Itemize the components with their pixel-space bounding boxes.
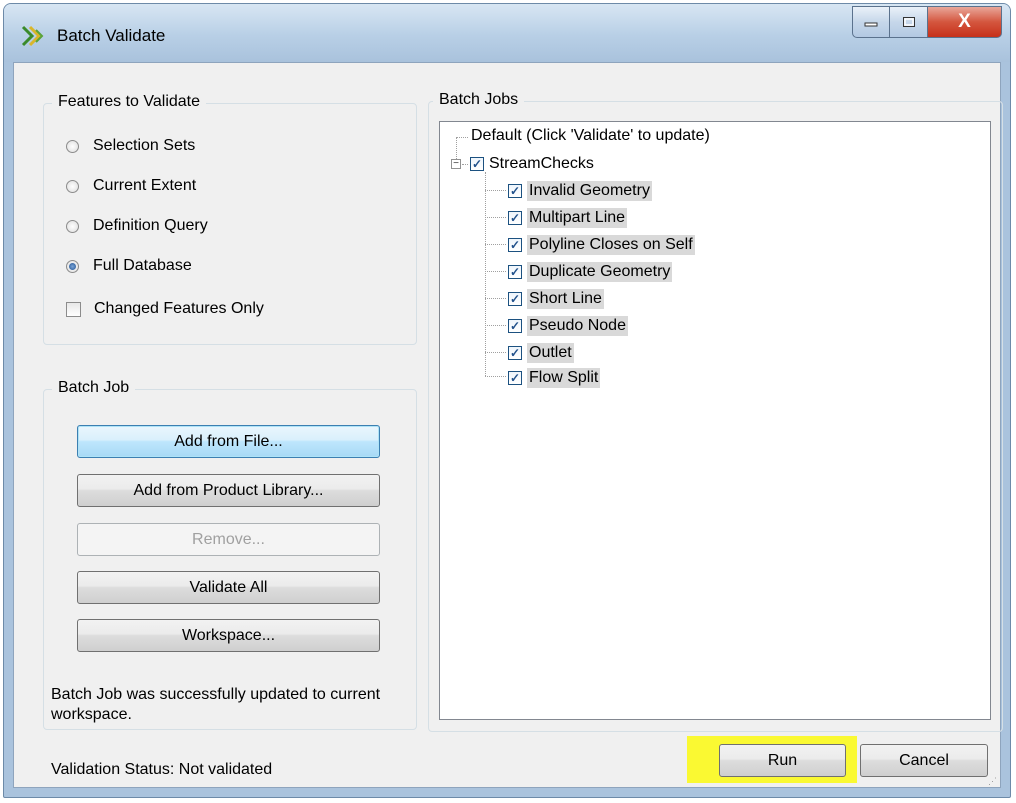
radio-label: Definition Query — [93, 217, 208, 234]
checkbox-checked-icon[interactable]: ✓ — [508, 211, 522, 225]
changed-features-only-checkbox[interactable]: Changed Features Only — [66, 300, 264, 318]
tree-connector — [485, 217, 506, 218]
checkbox[interactable] — [66, 301, 81, 317]
checkbox-checked-icon[interactable]: ✓ — [508, 319, 522, 333]
tree-node-outlet[interactable]: ✓ Outlet — [508, 343, 574, 363]
tree-connector — [485, 172, 486, 376]
tree-node-default[interactable]: Default (Click 'Validate' to update) — [471, 127, 710, 145]
run-button[interactable]: Run — [719, 744, 846, 777]
radio-full-database[interactable]: Full Database — [66, 257, 192, 275]
tree-node-pseudo-node[interactable]: ✓ Pseudo Node — [508, 316, 628, 336]
checkbox-checked-icon[interactable]: ✓ — [508, 238, 522, 252]
checkbox-checked-icon[interactable]: ✓ — [508, 265, 522, 279]
maximize-button[interactable] — [890, 6, 928, 38]
resize-grip-icon[interactable]: ⋰ — [988, 777, 998, 786]
batch-job-legend: Batch Job — [52, 379, 136, 397]
tree-node-flow-split[interactable]: ✓ Flow Split — [508, 368, 601, 388]
checkbox-checked-icon[interactable]: ✓ — [470, 157, 484, 171]
tree-node-multipart-line[interactable]: ✓ Multipart Line — [508, 208, 628, 228]
tree-connector — [485, 244, 506, 245]
tree-connector — [485, 271, 506, 272]
tree-connector — [462, 164, 468, 165]
checkbox-checked-icon[interactable]: ✓ — [508, 292, 522, 306]
batch-validate-window: Batch Validate X Features to Validate Se… — [3, 3, 1011, 798]
add-from-product-library-button[interactable]: Add from Product Library... — [77, 474, 380, 507]
radio-button[interactable] — [66, 219, 79, 233]
batch-jobs-legend: Batch Jobs — [433, 91, 525, 109]
window-title: Batch Validate — [57, 26, 166, 45]
radio-button[interactable] — [66, 139, 79, 153]
workspace-button[interactable]: Workspace... — [77, 619, 380, 652]
tree-node-label: Invalid Geometry — [527, 181, 652, 201]
dialog-client-area: Features to Validate Selection Sets Curr… — [13, 62, 1003, 788]
validate-all-button[interactable]: Validate All — [77, 571, 380, 604]
batch-jobs-tree[interactable]: Default (Click 'Validate' to update) − ✓… — [439, 121, 991, 720]
tree-node-duplicate-geometry[interactable]: ✓ Duplicate Geometry — [508, 262, 673, 282]
radio-button[interactable] — [66, 179, 79, 193]
checkbox-checked-icon[interactable]: ✓ — [508, 346, 522, 360]
title-bar[interactable]: Batch Validate X — [4, 4, 1010, 62]
tree-node-label: Polyline Closes on Self — [527, 235, 695, 255]
features-to-validate-group: Features to Validate Selection Sets Curr… — [43, 93, 417, 345]
batch-job-status-message: Batch Job was successfully updated to cu… — [51, 686, 381, 723]
tree-node-streamchecks[interactable]: ✓ StreamChecks — [470, 155, 594, 173]
tree-connector — [485, 325, 506, 326]
checkbox-checked-icon[interactable]: ✓ — [508, 371, 522, 385]
tree-connector — [485, 352, 506, 353]
radio-definition-query[interactable]: Definition Query — [66, 217, 208, 235]
validation-status-text: Validation Status: Not validated — [51, 761, 273, 778]
collapse-expander-icon[interactable]: − — [451, 159, 461, 169]
checkbox-label: Changed Features Only — [94, 300, 264, 317]
close-icon: X — [958, 11, 971, 32]
radio-label: Selection Sets — [93, 137, 196, 154]
tree-node-polyline-closes-on-self[interactable]: ✓ Polyline Closes on Self — [508, 235, 695, 255]
tree-node-label: Flow Split — [527, 368, 601, 388]
tree-connector — [485, 376, 506, 377]
tree-node-label: Short Line — [527, 289, 604, 309]
tree-node-invalid-geometry[interactable]: ✓ Invalid Geometry — [508, 181, 652, 201]
radio-label: Full Database — [93, 257, 192, 274]
add-from-file-button[interactable]: Add from File... — [77, 425, 380, 458]
radio-button-selected[interactable] — [66, 259, 79, 273]
minimize-button[interactable] — [852, 6, 890, 38]
cancel-button[interactable]: Cancel — [860, 744, 988, 777]
radio-selection-sets[interactable]: Selection Sets — [66, 137, 195, 155]
tree-node-label: Multipart Line — [527, 208, 628, 228]
checkbox-checked-icon[interactable]: ✓ — [508, 184, 522, 198]
tree-node-short-line[interactable]: ✓ Short Line — [508, 289, 604, 309]
tree-connector — [485, 190, 506, 191]
close-button[interactable]: X — [928, 6, 1002, 38]
maximize-icon — [902, 17, 915, 27]
radio-label: Current Extent — [93, 177, 197, 194]
tree-connector — [485, 298, 506, 299]
tree-node-label: Outlet — [527, 343, 574, 363]
minimize-icon — [864, 22, 878, 27]
tree-node-label: StreamChecks — [489, 155, 594, 172]
tree-node-label: Pseudo Node — [527, 316, 628, 336]
tree-node-label: Duplicate Geometry — [527, 262, 673, 282]
radio-current-extent[interactable]: Current Extent — [66, 177, 196, 195]
features-to-validate-legend: Features to Validate — [52, 93, 207, 111]
tree-node-label: Default (Click 'Validate' to update) — [471, 127, 710, 144]
tree-connector — [456, 137, 468, 138]
remove-button[interactable]: Remove... — [77, 523, 380, 556]
arcgis-validate-icon — [21, 25, 44, 47]
